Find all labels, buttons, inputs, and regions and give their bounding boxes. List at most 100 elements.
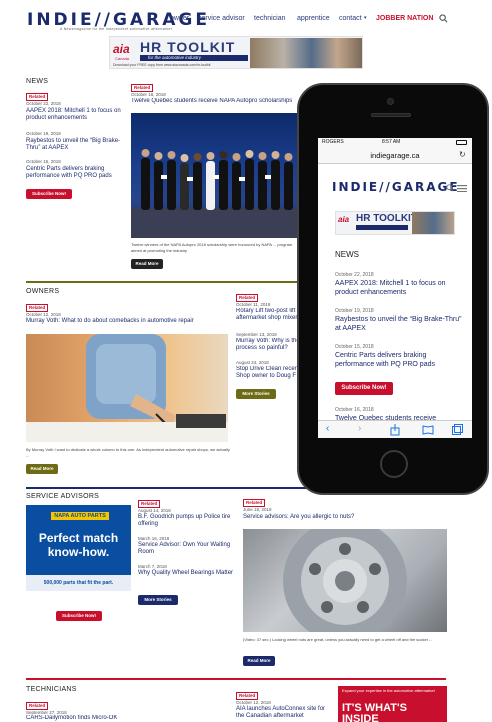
banner-title: HR TOOLKIT (140, 39, 236, 55)
technicians-divider (26, 678, 446, 680)
phone-banner-strip (356, 225, 408, 230)
phone-aia-logo: aia (338, 215, 350, 224)
service-item-headline[interactable]: Service Advisor: Own Your Waiting Room (138, 542, 238, 556)
owners-feature-headline[interactable]: Murray Voth: What to do about comebacks … (26, 318, 231, 325)
service-more-stories-button[interactable]: More Stories (138, 595, 178, 605)
owners-feature-date: October 12, 2018 (26, 312, 61, 317)
phone-news-title: NEWS (335, 250, 359, 259)
owners-side-date: August 24, 2018 (236, 360, 269, 365)
service-read-more-button[interactable]: Read More (243, 656, 275, 666)
owners-feature-photo[interactable] (26, 334, 228, 442)
napa-ad-headline: Perfect match know-how. (38, 531, 119, 559)
news-feature-date: October 16, 2018 (131, 92, 166, 97)
nav-owner[interactable]: owner (170, 15, 189, 22)
news-item-date: October 15, 2018 (26, 159, 61, 164)
service-feature-photo[interactable] (243, 529, 447, 632)
napa-ad-footer: 500,000 parts that fit the part. (26, 575, 131, 591)
technicians-ad-top: Expand your expertise in the automotive … (342, 688, 435, 693)
phone-carrier: ROGERS (322, 139, 344, 145)
nav-technician[interactable]: technician (254, 15, 286, 22)
phone-news-headline[interactable]: AAPEX 2018: Mitchell 1 to focus on produ… (335, 279, 465, 297)
tabs-icon[interactable] (452, 424, 463, 435)
phone-url-bar[interactable]: indiegarage.ca ↻ (318, 147, 472, 164)
owners-read-more-button[interactable]: Read More (26, 464, 58, 474)
phone-subscribe-button[interactable]: Subscribe Now! (335, 382, 393, 395)
phone-news-date: October 22, 2018 (335, 272, 374, 278)
owners-side-headline[interactable]: Murray Voth: Why is the process so painf… (236, 338, 300, 352)
news-feature-headline[interactable]: Twelve Quebec students receive NAPA Auto… (131, 98, 299, 105)
share-icon[interactable] (390, 424, 400, 436)
owners-side-headline[interactable]: Rotary Lift two-post lift aftermarket sh… (236, 308, 300, 322)
technicians-ad[interactable]: Expand your expertise in the automotive … (338, 686, 447, 722)
hamburger-menu-icon[interactable] (457, 185, 467, 192)
news-item-headline[interactable]: AAPEX 2018: Mitchell 1 to focus on produ… (26, 108, 126, 122)
service-subscribe-button[interactable]: Subscribe Now! (56, 611, 102, 621)
phone-search-icon[interactable] (446, 184, 454, 192)
chevron-down-icon[interactable]: ▾ (364, 15, 367, 21)
owners-side-date: October 11, 2018 (236, 302, 271, 307)
phone-news-headline[interactable]: Centric Parts delivers braking performan… (335, 351, 465, 369)
news-item-headline[interactable]: Centric Parts delivers braking performan… (26, 166, 126, 180)
nav-contact[interactable]: contact (339, 15, 362, 22)
phone-mockup: ROGERS 8:57 AM indiegarage.ca ↻ INDIE//G… (297, 83, 489, 495)
service-item-headline[interactable]: Why Quality Wheel Bearings Matter (138, 570, 234, 577)
reload-icon[interactable]: ↻ (459, 150, 466, 159)
phone-banner[interactable]: aia HR TOOLKIT (335, 211, 455, 235)
banner-strip: for the automotive industry (140, 55, 248, 61)
phone-news-headline[interactable]: Raybestos to unveil the “Big Brake-Thru”… (335, 315, 465, 333)
forward-icon[interactable]: › (358, 423, 361, 434)
logo-tagline: A Newsmagazine for the independent autom… (60, 27, 173, 31)
technicians-tag: Related (26, 702, 49, 710)
phone-camera (387, 98, 394, 105)
back-icon[interactable]: ‹ (326, 423, 329, 434)
technicians-ad-big: IT'S WHAT'S INSIDE (342, 702, 407, 722)
bookmarks-icon[interactable] (422, 425, 434, 435)
phone-logo[interactable]: INDIE//GARAGE (332, 180, 460, 194)
service-list-tag: Related (138, 500, 161, 508)
hr-toolkit-banner[interactable]: aia Canada HR TOOLKIT for the automotive… (109, 36, 363, 69)
students-group-photo (131, 149, 299, 238)
nav-service-advisor[interactable]: service advisor (198, 15, 245, 22)
service-item-headline[interactable]: B.F. Goodrich pumps up Police tire offer… (138, 514, 234, 528)
napa-logo: NAPA AUTO PARTS (50, 511, 110, 521)
nav-apprentice[interactable]: apprentice (297, 15, 330, 22)
technicians-mid-headline[interactable]: AIA launches AutoConnex site for the Can… (236, 706, 328, 720)
phone-time: 8:57 AM (382, 139, 401, 145)
phone-status-bar: ROGERS 8:57 AM (318, 138, 472, 147)
battery-icon (456, 140, 467, 145)
owners-more-stories-button[interactable]: More Stories (236, 389, 276, 399)
phone-home-button (380, 450, 408, 478)
technicians-section-title: TECHNICIANS (26, 686, 77, 693)
owners-side-headline[interactable]: Stop Drive Clean recert Shop owner to Do… (236, 366, 300, 380)
service-feature-caption: (Video: 37 sec.) Locking wheel nuts are … (243, 637, 433, 642)
search-icon[interactable] (439, 14, 448, 23)
owners-feature-caption: By Murray Voth I want to dedicate a whol… (26, 447, 230, 458)
aia-logo: aia (113, 42, 130, 56)
phone-next-date: October 16, 2018 (335, 407, 374, 413)
nav-jobber-nation[interactable]: JOBBER NATION (376, 15, 433, 22)
napa-ad[interactable]: NAPA AUTO PARTS Perfect match know-how. … (26, 505, 131, 591)
news-item-headline[interactable]: Raybestos to unveil the “Big Brake-Thru”… (26, 138, 126, 152)
phone-banner-photo (412, 212, 454, 234)
subscribe-button[interactable]: Subscribe Now! (26, 189, 72, 199)
technicians-headline[interactable]: CARS-Dailymotion finds Micro-OK (26, 715, 136, 722)
service-item-date: March 16, 2018 (138, 536, 170, 541)
service-section-title: SERVICE ADVISORS (26, 493, 100, 500)
phone-url[interactable]: indiegarage.ca (318, 151, 472, 160)
banner-small-text: Download your FREE copy from www.aiacana… (113, 63, 211, 67)
news-read-more-button[interactable]: Read More (131, 259, 163, 269)
news-section-title: NEWS (26, 78, 49, 85)
phone-banner-title: HR TOOLKIT (356, 213, 417, 224)
service-item-date: August 14, 2018 (138, 508, 171, 513)
news-feature-caption: Twelve winners of the NAPA Autopro 2018 … (131, 242, 293, 253)
phone-news-date: October 15, 2018 (335, 344, 374, 350)
technicians-mid-tag: Related (236, 692, 259, 700)
owners-feature-tag: Related (26, 304, 49, 312)
news-feature-tag: Related (131, 84, 154, 92)
service-feature-headline[interactable]: Service advisors: Are you allergic to nu… (243, 514, 448, 521)
aia-logo-sub: Canada (115, 56, 130, 61)
news-feature-photo[interactable] (131, 113, 299, 238)
service-item-date: March 7, 2018 (138, 564, 167, 569)
owners-section-title: OWNERS (26, 288, 60, 295)
technicians-mid-date: October 12, 2018 (236, 700, 271, 705)
